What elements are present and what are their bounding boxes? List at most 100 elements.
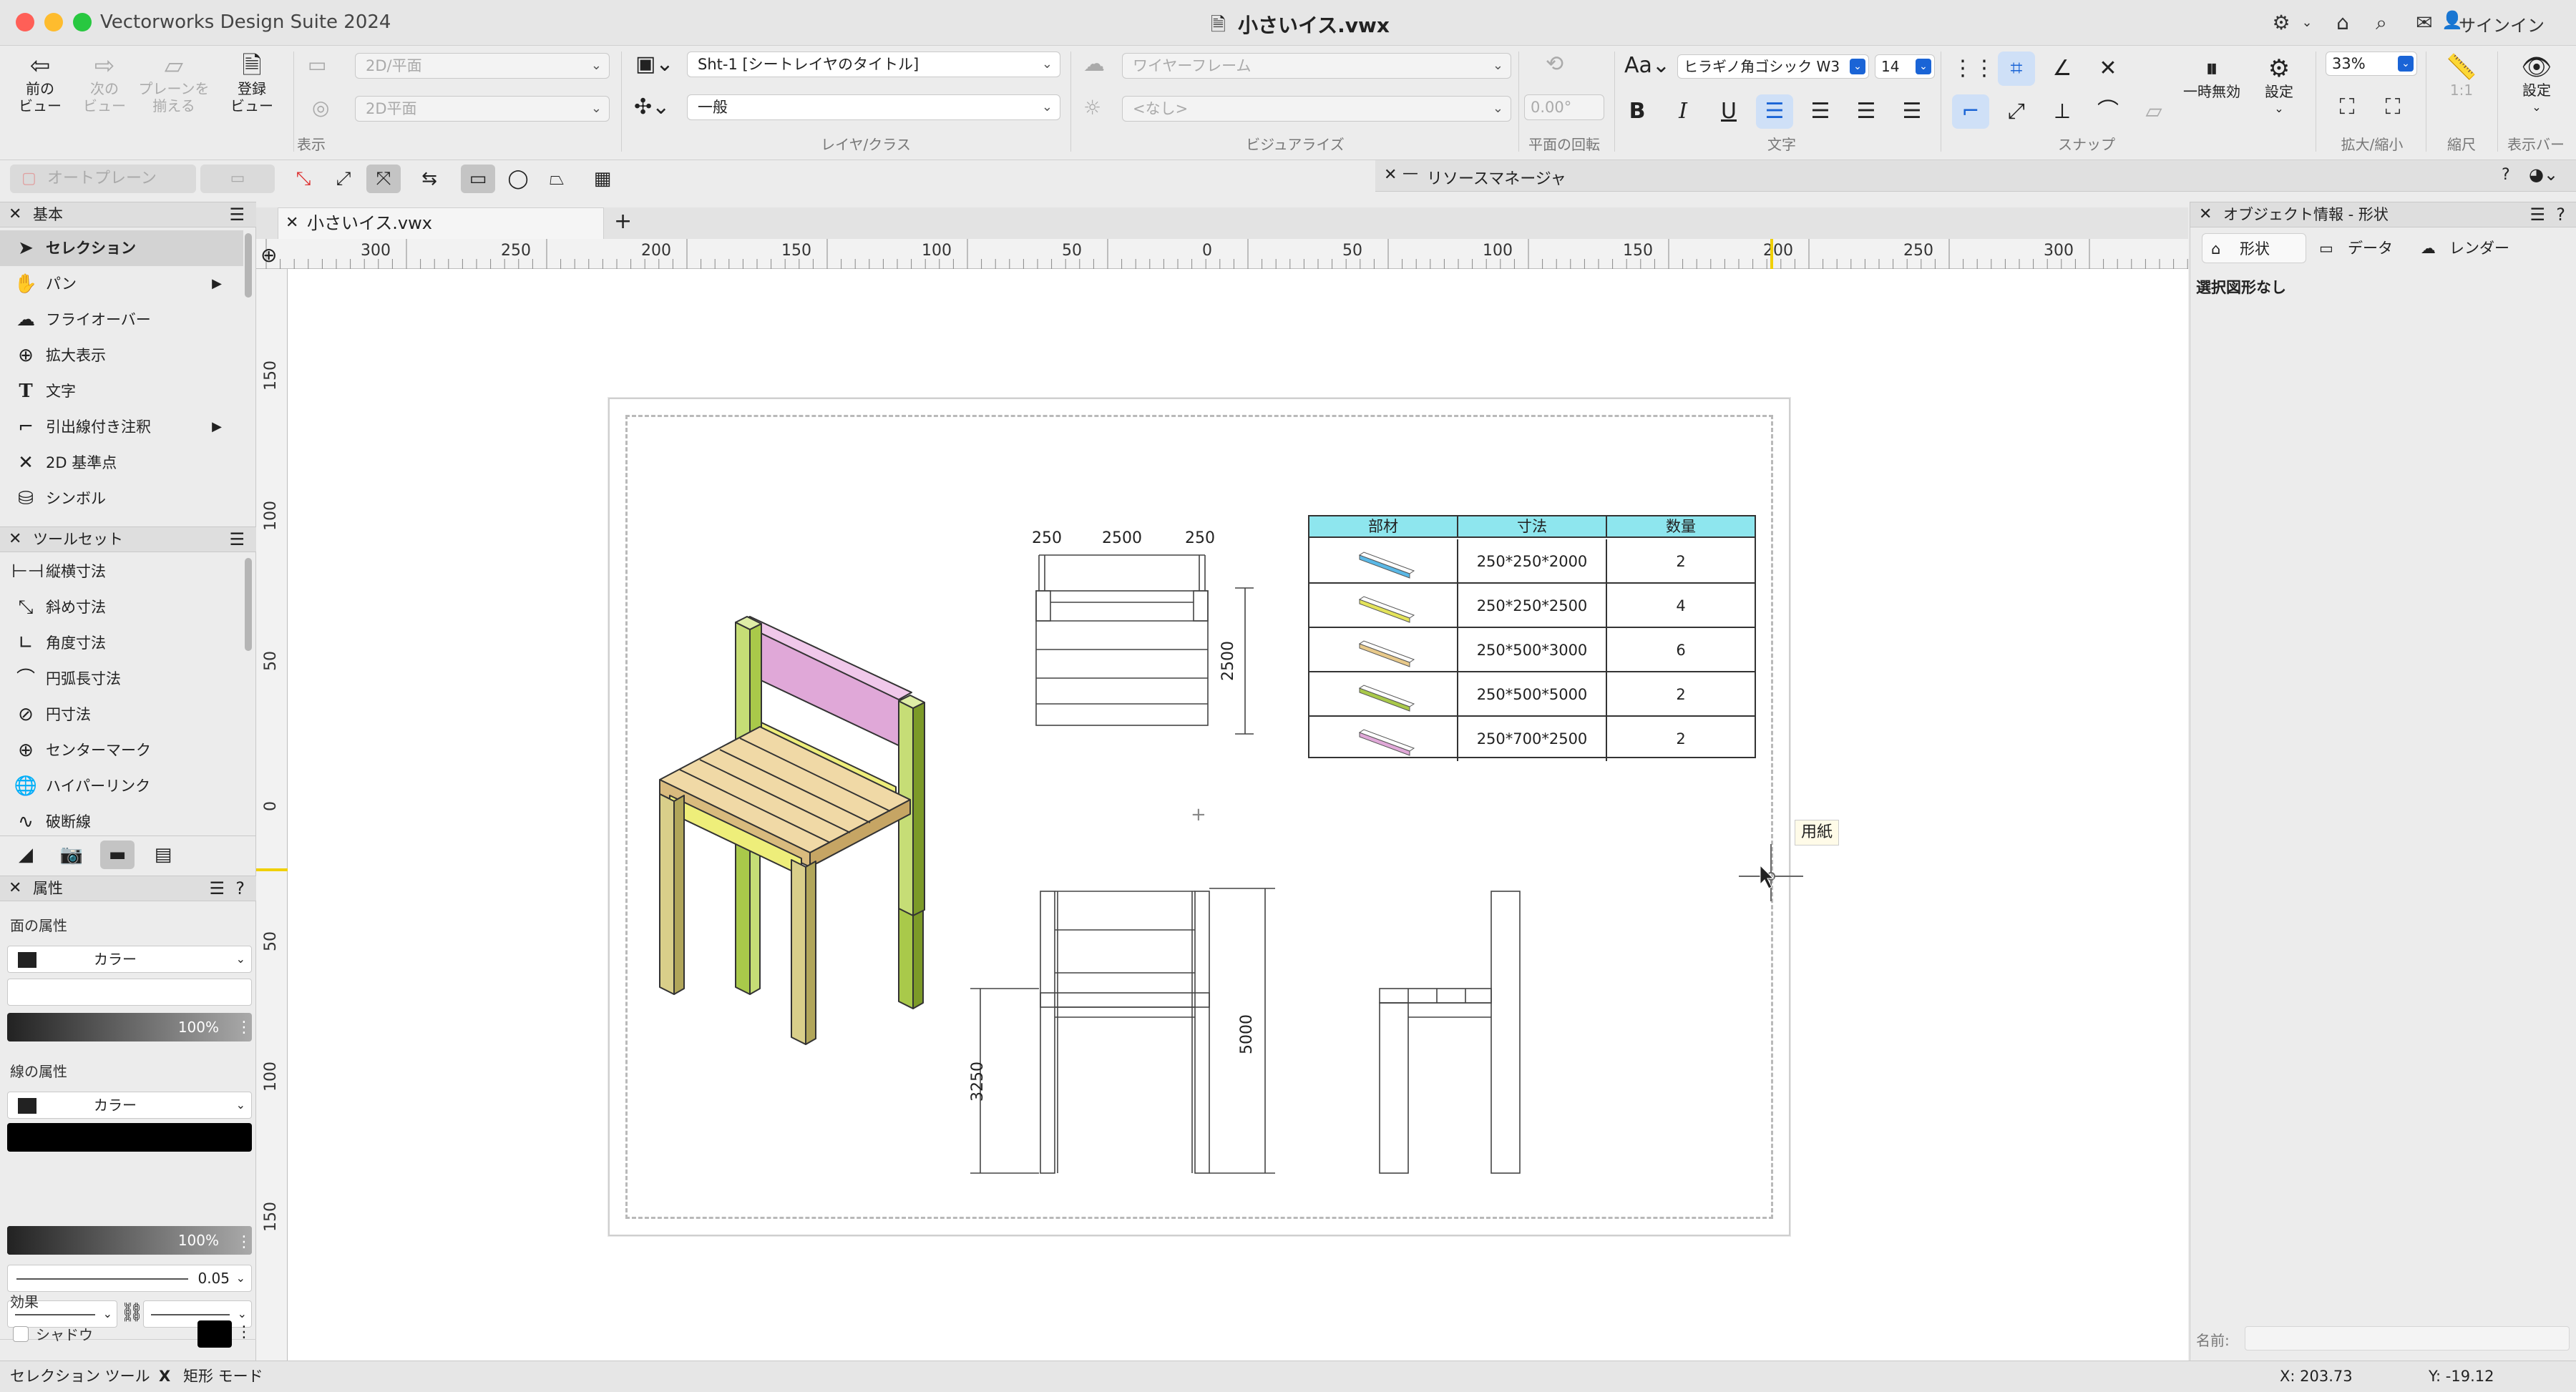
annotation-toolset-tab[interactable]: ▬ [100,840,135,869]
multi-reshape-icon[interactable]: ⤧ [366,165,401,193]
next-view-button[interactable]: ⇨ 次の ビュー [74,52,135,114]
resize-mode-icon[interactable]: ⤢ [326,165,361,193]
align-center-button[interactable]: ☰ [1802,94,1839,129]
working-plane-button[interactable]: ▭ [200,165,275,193]
basic-palette-scrollbar[interactable] [245,233,252,298]
tool-callout[interactable]: ⌐ 引出線付き注釈 ▶ [0,409,243,445]
display-settings-button[interactable]: 👁 設定 ⌄ [2504,53,2569,116]
zoom-dropdown[interactable]: 33% ⌄ [2326,52,2417,76]
help-icon[interactable]: ? [235,876,245,901]
disable-select-icon[interactable]: ⤡ [286,165,321,193]
close-icon[interactable]: ✕ [9,202,21,227]
render-dropdown[interactable]: ワイヤーフレーム ⌄ [1122,53,1511,79]
line-opacity-slider[interactable]: 100% [7,1226,252,1255]
tool-arc-length-dimension[interactable]: ⌒ 円弧長寸法 [0,661,243,697]
tool-pan[interactable]: ✋ パン ▶ [0,266,243,302]
close-icon[interactable]: ✕ [286,208,298,238]
tool-zoom[interactable]: ⊕ 拡大表示 [0,338,243,373]
link-icon[interactable]: ⛓ [120,1302,144,1323]
tool-center-mark[interactable]: ⊕ センターマーク [0,732,243,768]
font-dropdown[interactable]: ヒラギノ角ゴシック W3 ⌄ [1677,54,1869,79]
polygon-mode-icon[interactable]: ⏢ [540,165,574,193]
tool-break-line[interactable]: ∿ 破断線 [0,804,243,840]
mail-icon[interactable]: ✉ [2411,10,2437,36]
tool-hyperlink[interactable]: 🌐 ハイパーリンク [0,768,243,804]
menu-icon[interactable]: ☰ [229,527,245,552]
fill-type-dropdown[interactable]: カラー ⌄ [7,946,252,973]
fill-opacity-slider[interactable]: 100% [7,1013,252,1041]
class-dropdown[interactable]: 一般 ⌄ [687,94,1060,120]
close-icon[interactable]: ✕ [9,527,21,552]
underline-button[interactable]: U [1710,94,1747,129]
view-dropdown[interactable]: 2D/平面 ⌄ [355,53,610,79]
fit-to-window-button[interactable]: ⛶ [2328,90,2366,124]
tab-data[interactable]: ▭ データ [2311,233,2415,263]
chair-isometric-view[interactable] [644,601,959,1052]
chevron-down-icon[interactable]: ⌄ [2294,10,2320,36]
snap-distance-button[interactable]: ⤢ [1998,94,2035,129]
minimize-window-button[interactable] [44,13,63,31]
help-icon[interactable]: ? [2556,202,2565,227]
tool-selection[interactable]: ➤ セレクション [0,230,243,266]
tool-unconstrained-dimension[interactable]: ⤡ 斜め寸法 [0,589,243,625]
selection-settings-icon[interactable]: ▦ [585,165,620,193]
more-icon[interactable]: ⋮ [236,1323,252,1341]
line-color-preview[interactable] [7,1123,252,1152]
snap-working-plane-button[interactable]: ▱ [2135,94,2172,129]
auto-plane-button[interactable]: ▢ オートプレーン [10,165,196,193]
help-icon[interactable]: ? [2502,166,2510,184]
tab-shape[interactable]: ⌂ 形状 [2202,233,2306,263]
justify-button[interactable]: ☰ [1893,94,1931,129]
snap-grid-button[interactable]: ⋮⋮ [1952,52,1995,86]
more-icon[interactable]: ⋮ [236,1019,252,1036]
tool-flyover[interactable]: ☁ フライオーバー [0,302,243,338]
menu-icon[interactable]: ☰ [229,202,245,227]
font-style-icon[interactable]: Aa⌄ [1624,53,1670,78]
font-size-dropdown[interactable]: 14 ⌄ [1875,54,1935,79]
close-icon[interactable]: ✕ [1384,166,1397,184]
camera-toolset-tab[interactable]: 📷 [54,840,89,869]
zoom-window-button[interactable] [73,13,92,31]
line-weight-dropdown[interactable]: 0.05 ⌄ [7,1265,252,1292]
tool-constrained-dimension[interactable]: ⊢⊣ 縦横寸法 [0,554,243,589]
tool-symbol[interactable]: ⛁ シンボル [0,481,243,516]
menu-icon[interactable]: ☰ [2529,202,2545,227]
saved-view-button[interactable]: 🗎 登録 ビュー [219,52,285,114]
rectangle-mode-icon[interactable]: ▭ [461,165,495,193]
class-icon[interactable]: ✣⌄ [634,94,670,119]
tool-angular-dimension[interactable]: ∟ 角度寸法 [0,625,243,661]
fit-to-objects-button[interactable]: ⛶ [2374,90,2411,124]
tool-2d-locus[interactable]: ✕ 2D 基準点 [0,445,243,481]
line-type-dropdown[interactable]: カラー ⌄ [7,1092,252,1119]
layer-icon[interactable]: ▣⌄ [635,52,673,77]
snap-intersection-button[interactable]: ✕ [2089,52,2127,86]
lasso-mode-icon[interactable]: ◯ [501,165,535,193]
dimension-toolset-tab[interactable]: ◢ [9,840,43,869]
visualize-dropdown[interactable]: <なし> ⌄ [1122,96,1511,122]
close-window-button[interactable] [16,13,34,31]
resource-icon[interactable]: ◕⌄ [2529,165,2558,185]
shadow-checkbox[interactable] [13,1326,29,1342]
search-icon[interactable]: ⌕ [2368,10,2394,36]
align-left-button[interactable]: ☰ [1756,94,1793,129]
single-reshape-icon[interactable]: ⇆ [412,165,447,193]
close-icon[interactable]: ✕ [2199,202,2212,227]
snap-tangent-button[interactable]: ⟂ [2044,94,2081,129]
align-right-button[interactable]: ☰ [1848,94,1885,129]
close-icon[interactable]: X [159,1361,170,1391]
detail-toolset-tab[interactable]: ▤ [146,840,180,869]
name-field[interactable] [2245,1326,2570,1351]
prev-view-button[interactable]: ⇦ 前の ビュー [10,52,70,114]
snap-settings-button[interactable]: ⚙ 設定 ⌄ [2247,54,2311,117]
menu-icon[interactable]: ☰ [209,876,225,901]
home-icon[interactable]: ⌂ [2330,10,2356,36]
snap-angle-button[interactable]: ∠ [2044,52,2081,86]
suspend-snap-button[interactable]: ⏸ 一時無効 [2180,54,2244,100]
italic-button[interactable]: I [1664,94,1702,129]
projection-dropdown[interactable]: 2D平面 ⌄ [355,96,610,122]
chair-side-view[interactable] [1374,887,1531,1180]
signin-button[interactable]: サインイン [2459,11,2545,36]
snap-edge-button[interactable]: ⌒ [2089,94,2127,129]
layer-dropdown[interactable]: Sht-1 [シートレイヤのタイトル] ⌄ [687,52,1060,77]
add-tab-button[interactable]: + [614,209,632,234]
